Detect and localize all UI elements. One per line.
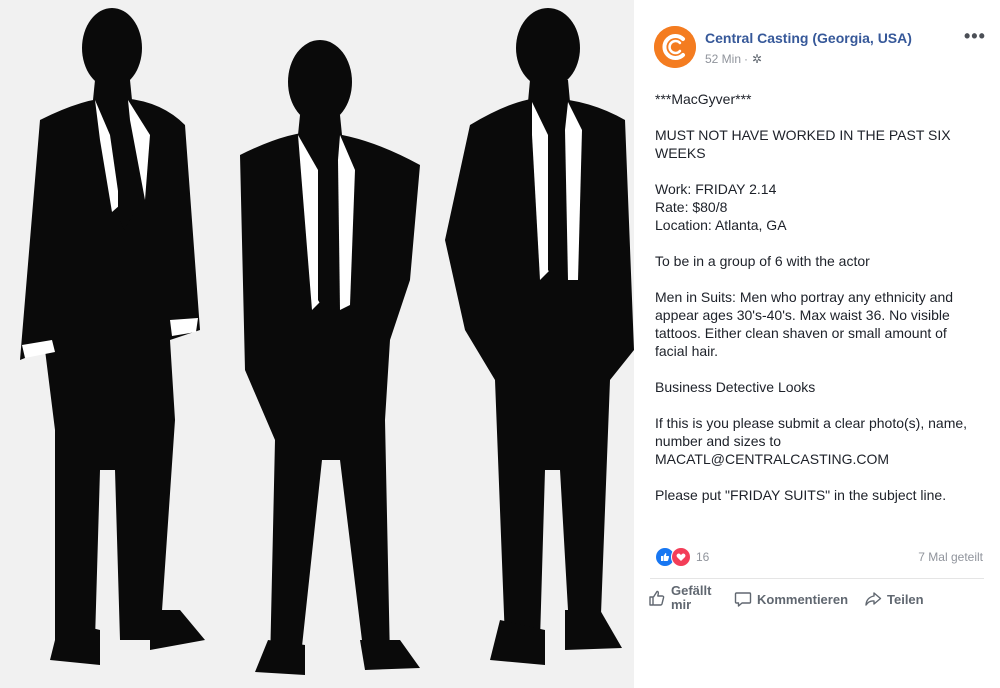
more-options-button[interactable]: ••• [964, 26, 986, 47]
share-button-label: Teilen [887, 591, 924, 607]
comment-button-label: Kommentieren [757, 591, 849, 607]
post-paragraph: Work: FRIDAY 2.14 Rate: $80/8 Location: … [655, 181, 787, 233]
reactions-summary[interactable]: 16 [655, 547, 709, 567]
post-paragraph: To be in a group of 6 with the actor [655, 253, 870, 269]
love-icon [671, 547, 691, 567]
comment-button[interactable]: Kommentieren [734, 590, 848, 608]
post-paragraph: Business Detective Looks [655, 379, 816, 395]
like-button[interactable]: Gefällt mir [648, 584, 717, 612]
post-paragraph: ***MacGyver*** [655, 91, 752, 107]
post-paragraph: Men in Suits: Men who portray any ethnic… [655, 289, 954, 359]
central-casting-logo-icon [654, 26, 696, 68]
post-paragraph: MUST NOT HAVE WORKED IN THE PAST SIX WEE… [655, 127, 951, 161]
three-men-in-suits-silhouette [20, 8, 634, 675]
thumbs-up-icon [648, 589, 666, 607]
share-arrow-icon [864, 590, 882, 608]
comment-icon [734, 590, 752, 608]
post-photo[interactable] [0, 0, 634, 688]
shares-count-link[interactable]: 7 Mal geteilt [918, 550, 983, 564]
post-meta: 52 Min · ✲ [705, 52, 762, 66]
share-button[interactable]: Teilen [864, 590, 924, 608]
post-time-link[interactable]: 52 Min [705, 52, 741, 66]
post-paragraph: If this is you please submit a clear pho… [655, 415, 968, 467]
page-avatar[interactable] [654, 26, 696, 68]
actions-divider [650, 578, 984, 579]
gear-icon[interactable]: ✲ [752, 52, 762, 66]
like-button-label: Gefällt mir [671, 583, 712, 612]
reaction-count: 16 [696, 550, 710, 564]
page-name-link[interactable]: Central Casting (Georgia, USA) [705, 30, 912, 46]
post-actions-bar: Gefällt mir Kommentieren Teilen [648, 584, 988, 618]
post-body: ***MacGyver*** MUST NOT HAVE WORKED IN T… [655, 90, 970, 522]
post-panel: Central Casting (Georgia, USA) 52 Min · … [634, 0, 1000, 688]
post-paragraph: Please put "FRIDAY SUITS" in the subject… [655, 487, 947, 503]
meta-separator: · [744, 52, 749, 66]
